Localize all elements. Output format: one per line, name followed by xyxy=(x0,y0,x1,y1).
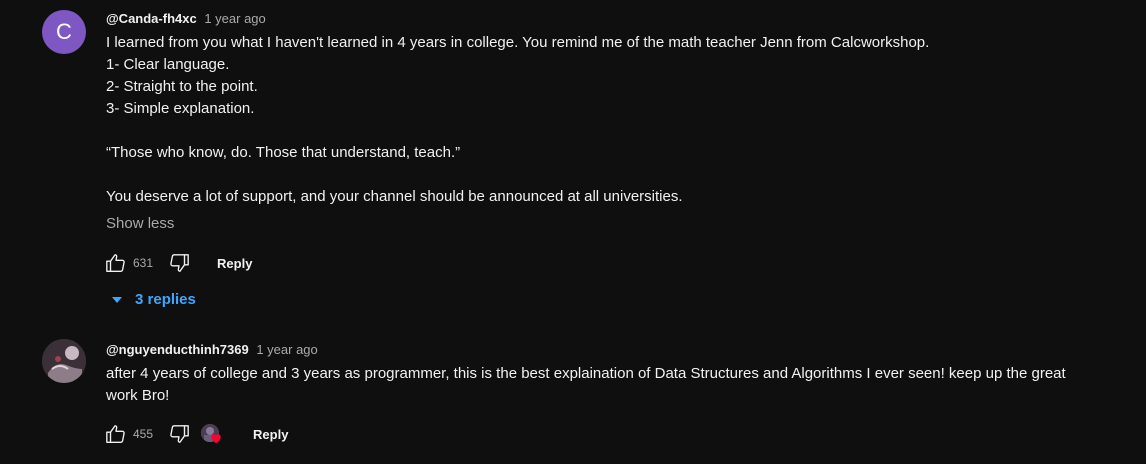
comment-actions: 455 Reply xyxy=(104,422,288,446)
comment-body: @nguyenducthinh7369 1 year ago after 4 y… xyxy=(106,341,1066,407)
thumbs-up-icon xyxy=(106,425,125,443)
comment-header: @nguyenducthinh7369 1 year ago xyxy=(106,341,1066,359)
comment-line xyxy=(106,120,929,142)
comment-line: after 4 years of college and 3 years as … xyxy=(106,365,1066,382)
comment-body: @Canda-fh4xc 1 year ago I learned from y… xyxy=(106,10,929,235)
comment-line: work Bro! xyxy=(106,387,170,404)
author-name[interactable]: @nguyenducthinh7369 xyxy=(106,342,249,357)
like-count: 455 xyxy=(133,427,154,441)
dislike-button[interactable] xyxy=(167,422,191,446)
comment-actions: 631 Reply xyxy=(104,251,252,275)
dislike-button[interactable] xyxy=(167,251,191,275)
avatar[interactable] xyxy=(42,339,86,383)
author-name[interactable]: @Canda-fh4xc xyxy=(106,11,197,26)
comment-line: 1- Clear language. xyxy=(106,56,230,73)
like-button[interactable] xyxy=(104,422,128,446)
thumbs-up-icon xyxy=(106,254,125,272)
view-replies-button[interactable]: 3 replies xyxy=(110,291,196,308)
comment-line xyxy=(106,164,929,186)
show-less-button[interactable]: Show less xyxy=(106,213,174,235)
comment-text: I learned from you what I haven't learne… xyxy=(106,32,929,208)
reply-button[interactable]: Reply xyxy=(253,427,288,442)
reply-button[interactable]: Reply xyxy=(217,256,252,271)
avatar[interactable]: C xyxy=(42,10,86,54)
heart-icon xyxy=(211,434,221,444)
like-count: 631 xyxy=(133,256,154,270)
comment-time[interactable]: 1 year ago xyxy=(256,342,317,357)
like-button[interactable] xyxy=(104,251,128,275)
comment-line: “Those who know, do. Those that understa… xyxy=(106,144,461,161)
comment-line: 3- Simple explanation. xyxy=(106,100,255,117)
comments-section: C @Canda-fh4xc 1 year ago I learned from… xyxy=(0,0,1146,464)
profile-photo-icon xyxy=(42,339,86,383)
comment-text: after 4 years of college and 3 years as … xyxy=(106,363,1066,407)
comment-header: @Canda-fh4xc 1 year ago xyxy=(106,10,929,28)
caret-down-icon xyxy=(112,296,122,303)
comment-line: 2- Straight to the point. xyxy=(106,78,258,95)
comment-line: You deserve a lot of support, and your c… xyxy=(106,188,683,205)
avatar-letter: C xyxy=(56,19,72,44)
creator-heart-badge xyxy=(201,423,223,445)
thumbs-down-icon xyxy=(170,254,189,272)
replies-count-label: 3 replies xyxy=(135,291,196,308)
comment-time[interactable]: 1 year ago xyxy=(204,11,265,26)
comment-line: I learned from you what I haven't learne… xyxy=(106,34,930,51)
thumbs-down-icon xyxy=(170,425,189,443)
